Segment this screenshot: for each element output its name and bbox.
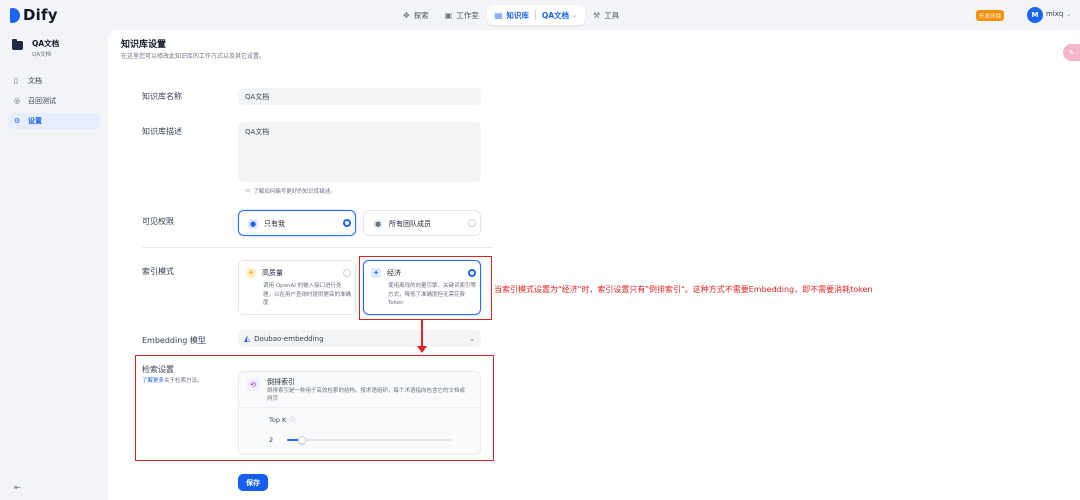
current-dataset-label: QA文档 — [541, 10, 570, 20]
top-bar: Dify ✥ 探索 ▣ 工作室 ▤ 知识库 QA文档 ⌄ ⚒ 工具 开发环境 M — [0, 0, 1080, 30]
target-icon: ◎ — [14, 97, 21, 105]
name-label: 知识库名称 — [142, 92, 182, 101]
save-button-label: 保存 — [246, 478, 260, 487]
nav-studio[interactable]: ▣ 工作室 — [437, 5, 487, 25]
save-button[interactable]: 保存 — [238, 474, 268, 491]
sidebar-item-label: 设置 — [28, 117, 42, 125]
chevron-down-icon: ⌄ — [572, 11, 578, 19]
annotation-arrow-head — [417, 346, 427, 353]
avatar[interactable]: M — [1027, 7, 1043, 23]
nav-divider — [534, 10, 536, 20]
sidebar-item-settings[interactable]: ⚙ 设置 — [8, 113, 100, 129]
description-textarea-value: QA文档 — [245, 128, 270, 136]
index-option-row: ☀ 高质量 — [246, 268, 283, 278]
user-menu[interactable]: mlxq ⌄ — [1046, 10, 1071, 18]
radio-unselected[interactable] — [343, 269, 351, 277]
radio-selected[interactable] — [343, 219, 351, 227]
description-hint-text: 了解如何编写更好的知识库描述。 — [253, 189, 336, 195]
name-input[interactable]: QA文档 — [238, 88, 481, 105]
logo-text: Dify — [23, 6, 58, 24]
env-badge: 开发环境 — [976, 10, 1005, 21]
description-label: 知识库描述 — [142, 127, 182, 136]
nav-tools[interactable]: ⚒ 工具 — [585, 5, 627, 25]
annotation-box-retrieval — [135, 355, 494, 461]
document-icon: ▯ — [14, 77, 18, 85]
env-badge-label: 开发环境 — [979, 13, 1002, 20]
permission-label: 可见权限 — [142, 217, 174, 226]
floating-assistant-icon[interactable]: ✎ — [1063, 44, 1080, 61]
dataset-header: QA文档 QA文档 — [12, 38, 59, 58]
folder-icon — [12, 39, 23, 50]
main-nav: ✥ 探索 ▣ 工作室 ▤ 知识库 QA文档 ⌄ ⚒ 工具 — [395, 5, 627, 25]
tools-icon: ⚒ — [593, 10, 601, 20]
collapse-sidebar-icon[interactable]: ⇤ — [14, 483, 21, 492]
sidebar-item-documents[interactable]: ▯ 文档 — [8, 73, 100, 89]
page-title: 知识库设置 — [121, 40, 167, 50]
name-input-value: QA文档 — [245, 92, 270, 101]
user-name: mlxq — [1046, 10, 1064, 18]
sidebar-item-hit-testing[interactable]: ◎ 召回测试 — [8, 93, 100, 109]
description-textarea[interactable]: QA文档 — [238, 122, 481, 182]
sidebar: QA文档 QA文档 ▯ 文档 ◎ 召回测试 ⚙ 设置 ⇤ — [0, 30, 108, 500]
index-option-desc: 调用 OpenAI 的嵌入接口进行处理，以在用户查询时提供更高的准确度 — [263, 283, 352, 306]
index-mode-label: 索引模式 — [142, 267, 174, 276]
description-hint-link[interactable]: ▭ 了解如何编写更好的知识库描述。 — [245, 187, 336, 195]
doubao-icon: ◭ — [244, 334, 251, 343]
sun-icon: ☀ — [246, 268, 256, 278]
permission-option-row: ● 只有我 — [248, 219, 285, 229]
current-dataset-switcher[interactable]: QA文档 ⌄ — [542, 10, 577, 21]
settings-icon: ⚙ — [14, 117, 21, 125]
permission-option-all-members[interactable]: ● 所有团队成员 — [363, 210, 481, 236]
permission-option-label: 只有我 — [264, 220, 285, 228]
radio-unselected[interactable] — [468, 219, 476, 227]
nav-knowledge[interactable]: ▤ 知识库 QA文档 ⌄ — [486, 5, 586, 25]
annotation-text: 当索引模式设置为"经济"时，索引设置只有"倒排索引"。这种方式不需要Embedd… — [494, 285, 873, 294]
nav-explore-label: 探索 — [413, 10, 429, 20]
nav-studio-label: 工作室 — [456, 10, 479, 20]
page-description: 在这里您可以修改此知识库的工作方式以及其它设置。 — [121, 53, 266, 60]
dify-logo-mark — [10, 7, 20, 23]
nav-explore[interactable]: ✥ 探索 — [395, 5, 437, 25]
index-option-high-quality[interactable]: ☀ 高质量 调用 OpenAI 的嵌入接口进行处理，以在用户查询时提供更高的准确… — [238, 260, 356, 315]
studio-icon: ▣ — [444, 10, 453, 20]
index-option-label: 高质量 — [262, 269, 283, 277]
avatar-letter: M — [1031, 11, 1039, 19]
dify-logo[interactable]: Dify — [10, 6, 58, 24]
sidebar-item-label: 文档 — [28, 77, 42, 85]
embedding-model-select[interactable]: ◭ Doubao-embedding ⌄ — [238, 330, 481, 347]
dataset-name: QA文档 — [32, 39, 60, 48]
sidebar-item-label: 召回测试 — [28, 97, 56, 105]
embedding-label: Embedding 模型 — [142, 336, 206, 345]
compass-icon: ✥ — [403, 10, 410, 20]
nav-knowledge-label: 知识库 — [506, 10, 529, 20]
team-icon: ● — [373, 219, 383, 229]
section-divider — [142, 247, 492, 248]
book-icon: ▭ — [245, 188, 251, 194]
nav-tools-label: 工具 — [604, 10, 620, 20]
permission-option-row: ● 所有团队成员 — [373, 219, 431, 229]
chevron-down-icon: ⌄ — [1066, 10, 1072, 18]
chevron-down-icon: ⌄ — [469, 334, 475, 343]
user-icon: ● — [248, 219, 258, 229]
dataset-subtitle: QA文档 — [32, 52, 52, 58]
annotation-arrow — [421, 320, 423, 348]
book-icon: ▤ — [494, 10, 503, 20]
permission-option-only-me[interactable]: ● 只有我 — [238, 210, 356, 236]
permission-option-label: 所有团队成员 — [389, 220, 431, 228]
embedding-model-value: Doubao-embedding — [254, 334, 324, 343]
annotation-box-economy — [359, 256, 492, 320]
